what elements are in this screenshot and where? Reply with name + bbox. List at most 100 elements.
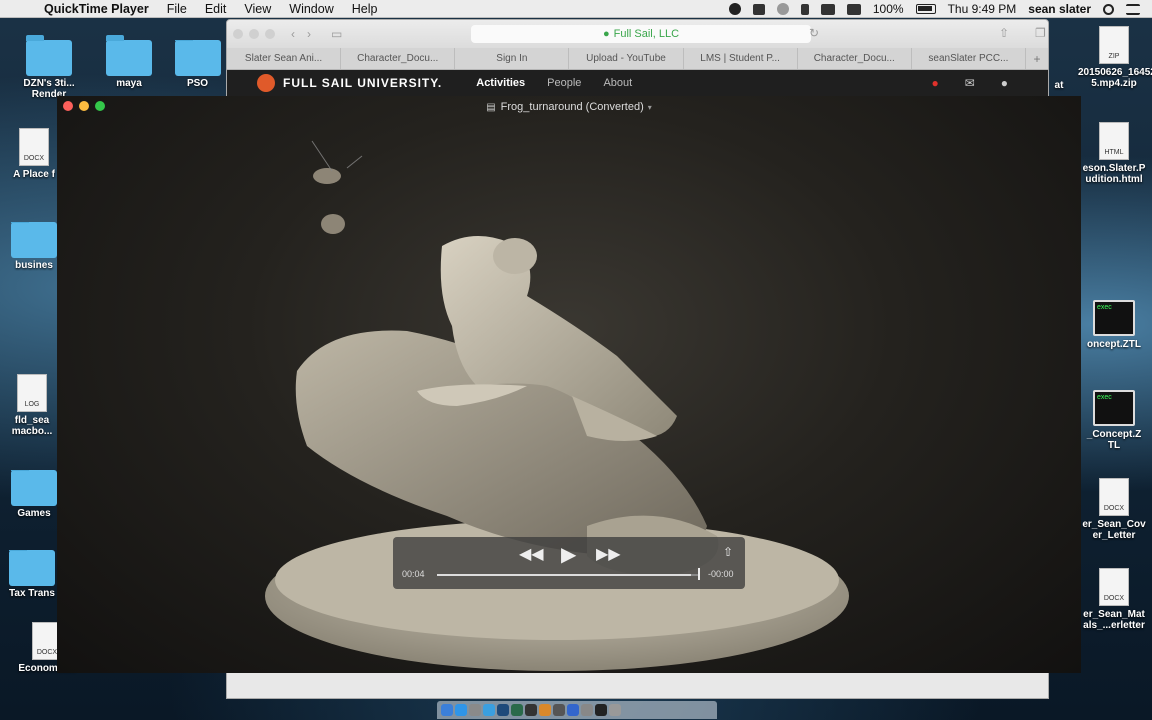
rewind-icon[interactable]: ◀◀ (519, 544, 544, 564)
menu-window[interactable]: Window (289, 2, 333, 16)
zoom-icon[interactable] (265, 29, 275, 39)
window-controls (63, 101, 111, 111)
play-icon[interactable]: ▶ (561, 542, 576, 567)
app-store-icon[interactable] (483, 704, 495, 716)
browser-tab[interactable]: seanSlater PCC... (912, 48, 1026, 69)
volume-icon[interactable] (846, 3, 861, 15)
terminal-icon[interactable] (525, 704, 537, 716)
folder-icon (26, 35, 72, 76)
desktop-icon-label: A Place f (13, 169, 55, 180)
browser-tab[interactable]: Character_Docu... (341, 48, 456, 69)
new-tab-icon[interactable]: + (1026, 48, 1048, 69)
minimize-icon[interactable] (249, 29, 259, 39)
app-icon[interactable] (581, 704, 593, 716)
reload-icon[interactable]: ↻ (809, 26, 819, 40)
nav-activities[interactable]: Activities (476, 77, 525, 89)
browser-tab[interactable]: LMS | Student P... (684, 48, 798, 69)
desktop-folder[interactable]: PSO (170, 40, 225, 89)
profile-icon[interactable]: ● (1001, 76, 1008, 90)
address-bar[interactable]: ● Full Sail, LLC (471, 25, 811, 43)
desktop-folder[interactable]: Games (8, 470, 60, 519)
minimize-icon[interactable] (79, 101, 89, 111)
exec-icon: exec (1093, 390, 1135, 426)
desktop-document[interactable]: exec oncept.ZTL (1078, 300, 1150, 350)
nav-about[interactable]: About (603, 77, 632, 89)
desktop-document[interactable]: ZIP 20150626_16452 5.mp4.zip (1078, 26, 1152, 89)
menu-file[interactable]: File (167, 2, 187, 16)
battery-percent: 100% (872, 2, 904, 16)
dropbox-icon[interactable] (752, 3, 765, 15)
desktop-folder[interactable]: DZN's 3ti... Render (14, 35, 84, 100)
launchpad-icon[interactable] (469, 704, 481, 716)
document-icon: ▤ (486, 101, 496, 113)
time-machine-icon[interactable] (776, 3, 789, 15)
browser-tab[interactable]: Character_Docu... (798, 48, 912, 69)
close-icon[interactable] (63, 101, 73, 111)
fast-forward-icon[interactable]: ▶▶ (596, 544, 621, 564)
safari-icon[interactable] (455, 704, 467, 716)
bluetooth-icon[interactable] (800, 3, 809, 15)
photoshop-icon[interactable] (497, 704, 509, 716)
maya-icon[interactable] (511, 704, 523, 716)
browser-tab[interactable]: Sign In (455, 48, 570, 69)
desktop-document[interactable]: LOG fld_sea macbo... (4, 374, 60, 437)
chevron-down-icon[interactable]: ▾ (648, 103, 652, 112)
app-icon[interactable] (539, 704, 551, 716)
battery-icon[interactable] (915, 4, 936, 14)
share-icon[interactable]: ⇧ (723, 545, 733, 559)
desktop-icon-label: oncept.ZTL (1087, 339, 1141, 350)
url-text: Full Sail, LLC (613, 28, 680, 40)
scrubber-playhead[interactable] (698, 568, 700, 580)
desktop-folder[interactable]: busines (8, 222, 60, 271)
record-icon[interactable] (728, 3, 741, 15)
menu-edit[interactable]: Edit (205, 2, 227, 16)
trash-icon[interactable] (609, 704, 621, 716)
folder-icon (9, 550, 55, 586)
clock[interactable]: Thu 9:49 PM (948, 2, 1017, 16)
desktop-document[interactable]: DOCX A Place f (8, 128, 60, 180)
window-title[interactable]: Frog_turnaround (Converted) (501, 101, 644, 113)
tabs-icon[interactable]: ❐ (1035, 26, 1046, 40)
mail-icon[interactable]: ✉ (965, 76, 975, 90)
share-icon[interactable]: ⇧ (999, 26, 1009, 40)
browser-tab[interactable]: Upload - YouTube (569, 48, 684, 69)
fullsail-logo-text: FULL SAIL UNIVERSITY. (283, 76, 443, 90)
fullsail-logo[interactable]: FULL SAIL UNIVERSITY. (257, 74, 442, 92)
desktop-icon-label: Tax Trans (9, 588, 55, 599)
scrubber-track[interactable] (437, 574, 699, 576)
spotlight-icon[interactable] (1103, 3, 1114, 15)
quicktime-window[interactable]: ▤ Frog_turnaround (Converted) ▾ ◀◀ ▶ ▶▶ … (57, 96, 1081, 673)
app-menu[interactable]: QuickTime Player (44, 2, 149, 16)
desktop-icon-label: Games (17, 508, 51, 519)
desktop-icon-label: _Concept.Z TL (1086, 429, 1142, 451)
title-bar[interactable]: ▤ Frog_turnaround (Converted) ▾ (57, 96, 1081, 118)
desktop-icon-label: PSO (186, 78, 209, 89)
desktop-document[interactable]: exec _Concept.Z TL (1078, 390, 1150, 451)
nav-people[interactable]: People (547, 77, 581, 89)
app-icon[interactable] (553, 704, 565, 716)
bell-icon[interactable]: ● (931, 76, 938, 90)
desktop-document[interactable]: DOCX er_Sean_Mat als_...erletter (1078, 568, 1150, 631)
log-icon: LOG (17, 374, 47, 412)
browser-tab[interactable]: Slater Sean Ani... (227, 48, 342, 69)
desktop-folder[interactable]: maya (94, 35, 164, 89)
dock (437, 701, 717, 719)
sidebar-icon[interactable]: ▭ (331, 27, 342, 41)
finder-icon[interactable] (441, 704, 453, 716)
desktop-document[interactable]: DOCX er_Sean_Cov er_Letter (1078, 478, 1150, 541)
desktop-document[interactable]: HTML eson.Slater.P udition.html (1078, 122, 1150, 185)
desktop-folder[interactable]: Tax Trans (4, 550, 60, 599)
user-name[interactable]: sean slater (1028, 2, 1091, 16)
zoom-icon[interactable] (95, 101, 105, 111)
menu-help[interactable]: Help (352, 2, 378, 16)
safari-tab-bar: Slater Sean Ani... Character_Docu... Sig… (227, 48, 1048, 70)
forward-icon[interactable]: › (307, 27, 311, 41)
wifi-icon[interactable] (820, 3, 835, 15)
notification-center-icon[interactable] (1126, 3, 1140, 15)
app-icon[interactable] (595, 704, 607, 716)
menu-view[interactable]: View (244, 2, 271, 16)
close-icon[interactable] (233, 29, 243, 39)
back-icon[interactable]: ‹ (291, 27, 295, 41)
app-icon[interactable] (567, 704, 579, 716)
desktop-icon-label: er_Sean_Mat als_...erletter (1083, 609, 1145, 631)
